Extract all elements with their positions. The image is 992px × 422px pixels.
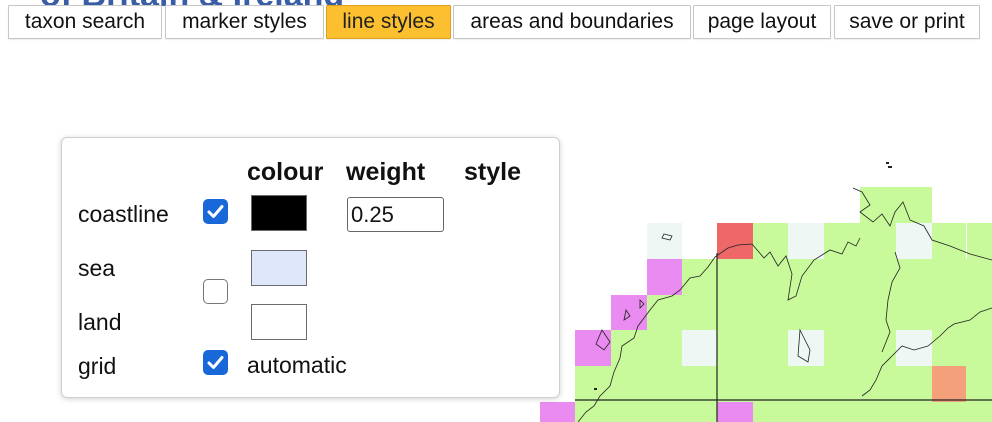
map-cell: [896, 187, 932, 223]
sea-label: sea: [78, 255, 116, 281]
tab-line-styles[interactable]: line styles: [326, 5, 451, 39]
map-cell: [611, 295, 647, 331]
map-cell: [575, 366, 967, 402]
grid-checkbox[interactable]: [203, 350, 228, 375]
map-cell: [860, 223, 896, 259]
tab-areas-and-boundaries[interactable]: areas and boundaries: [453, 5, 691, 39]
map-cell: [717, 259, 967, 295]
map-grid-cells: [540, 187, 992, 422]
colour-column-header: colour: [247, 158, 324, 186]
checkmark-icon: [207, 205, 224, 218]
tab-page-layout[interactable]: page layout: [693, 5, 831, 39]
map-cell: [647, 295, 967, 331]
map-cell: [896, 223, 932, 259]
tab-taxon-search[interactable]: taxon search: [8, 5, 162, 39]
land-colour-swatch[interactable]: [251, 304, 307, 340]
map-cell: [896, 330, 932, 366]
grid-label: grid: [78, 353, 117, 379]
tab-save-or-print[interactable]: save or print: [834, 5, 980, 39]
map-cell: [717, 223, 753, 259]
map-cell: [647, 259, 682, 295]
map-cell: [540, 402, 575, 422]
sea-colour-swatch[interactable]: [251, 250, 307, 286]
map-cell: [932, 223, 966, 259]
style-column-header: style: [464, 158, 521, 186]
coastline-weight-input[interactable]: [347, 197, 444, 232]
grid-automatic-label: automatic: [247, 352, 347, 378]
map-cell: [717, 402, 753, 422]
map-cell: [932, 366, 966, 402]
weight-column-header: weight: [346, 158, 426, 186]
coastline-label: coastline: [78, 201, 169, 227]
checkmark-icon: [207, 356, 224, 369]
land-label: land: [78, 309, 122, 335]
coastline-colour-swatch[interactable]: [251, 195, 307, 231]
tab-marker-styles[interactable]: marker styles: [165, 5, 324, 39]
map-cell: [788, 223, 824, 259]
map-cell: [575, 402, 992, 422]
distribution-map: [540, 162, 992, 422]
map-cell: [682, 259, 717, 295]
map-cell: [647, 223, 682, 259]
coastline-checkbox[interactable]: [203, 199, 228, 224]
map-cell: [682, 330, 717, 366]
line-styles-panel: colour weight style coastline sea land g…: [61, 137, 560, 398]
sea-land-checkbox[interactable]: [203, 279, 228, 304]
